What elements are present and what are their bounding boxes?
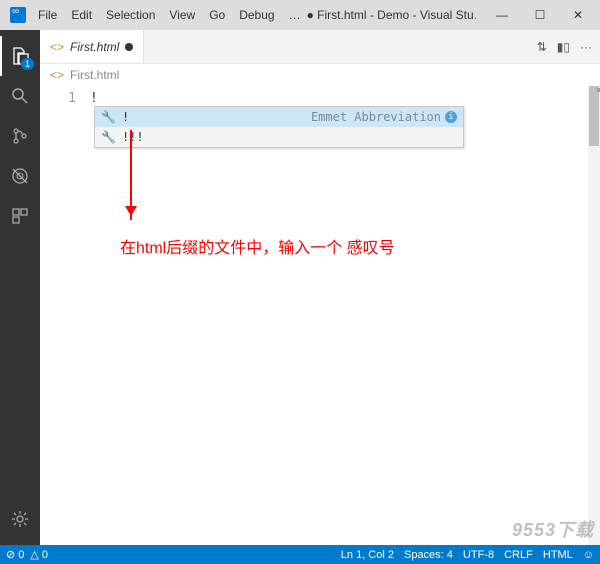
tab-bar: <> First.html ⇅ ▮▯ ··· <box>40 30 600 64</box>
line-number: 1 <box>40 90 76 108</box>
activity-bar: 1 <box>0 30 40 545</box>
minimize-button[interactable]: — <box>484 3 520 27</box>
code-content[interactable]: ! 🔧 ! Emmet Abbreviation i 🔧 !!! <box>90 86 600 545</box>
menu-overflow[interactable]: … <box>283 4 307 26</box>
split-editor-icon[interactable]: ▮▯ <box>557 40 570 54</box>
vertical-scrollbar[interactable] <box>588 86 600 545</box>
html-file-icon: <> <box>50 68 64 82</box>
status-ln-col[interactable]: Ln 1, Col 2 <box>341 549 394 561</box>
menu-debug[interactable]: Debug <box>233 4 280 26</box>
breadcrumb[interactable]: <> First.html <box>40 64 600 86</box>
line-number-gutter: 1 <box>40 86 90 545</box>
info-icon[interactable]: i <box>445 111 457 123</box>
code-text: ! <box>90 91 98 106</box>
status-left: ⊘ 0 △ 0 <box>6 548 48 561</box>
annotation-arrow-icon <box>130 130 132 220</box>
activity-search[interactable] <box>0 76 40 116</box>
activity-settings[interactable] <box>0 499 40 539</box>
menu-bar: File Edit Selection View Go Debug … <box>32 4 307 26</box>
suggest-widget: 🔧 ! Emmet Abbreviation i 🔧 !!! <box>94 106 464 148</box>
activity-scm[interactable] <box>0 116 40 156</box>
suggest-label: !!! <box>122 130 144 144</box>
tab-first-html[interactable]: <> First.html <box>40 30 144 63</box>
title-bar: File Edit Selection View Go Debug … ● Fi… <box>0 0 600 30</box>
status-bar: ⊘ 0 △ 0 Ln 1, Col 2 Spaces: 4 UTF-8 CRLF… <box>0 545 600 564</box>
activity-explorer[interactable]: 1 <box>0 36 40 76</box>
suggest-doc: Emmet Abbreviation i <box>311 110 457 124</box>
status-feedback-icon[interactable]: ☺ <box>583 549 594 561</box>
status-encoding[interactable]: UTF-8 <box>463 549 494 561</box>
vscode-icon <box>10 7 26 23</box>
compare-icon[interactable]: ⇅ <box>537 40 547 54</box>
dirty-indicator-icon <box>125 43 133 51</box>
status-errors[interactable]: ⊘ 0 <box>6 548 24 561</box>
activity-extensions[interactable] <box>0 196 40 236</box>
activity-debug[interactable] <box>0 156 40 196</box>
status-right: Ln 1, Col 2 Spaces: 4 UTF-8 CRLF HTML ☺ <box>341 549 594 561</box>
maximize-button[interactable]: ☐ <box>522 3 558 27</box>
status-eol[interactable]: CRLF <box>504 549 533 561</box>
main-container: 1 <> First.html ⇅ ▮▯ ··· <box>0 30 600 545</box>
status-warnings[interactable]: △ 0 <box>30 548 48 561</box>
menu-file[interactable]: File <box>32 4 63 26</box>
editor-area: <> First.html ⇅ ▮▯ ··· <> First.html 1 ! <box>40 30 600 545</box>
tab-label: First.html <box>70 40 119 54</box>
editor-body[interactable]: 1 ! 🔧 ! Emmet Abbreviation i 🔧 <box>40 86 600 545</box>
menu-selection[interactable]: Selection <box>100 4 161 26</box>
breadcrumb-label: First.html <box>70 68 119 82</box>
menu-edit[interactable]: Edit <box>65 4 98 26</box>
scroll-thumb[interactable] <box>589 86 599 146</box>
html-file-icon: <> <box>50 40 64 54</box>
tab-actions: ⇅ ▮▯ ··· <box>529 30 600 63</box>
wrench-icon: 🔧 <box>101 130 116 144</box>
close-button[interactable]: ✕ <box>560 3 596 27</box>
menu-view[interactable]: View <box>163 4 201 26</box>
menu-go[interactable]: Go <box>203 4 231 26</box>
more-actions-icon[interactable]: ··· <box>580 40 592 54</box>
explorer-badge: 1 <box>21 58 34 70</box>
window-controls: — ☐ ✕ <box>484 3 596 27</box>
suggest-label: ! <box>122 110 129 124</box>
annotation-text: 在html后缀的文件中，输入一个 感叹号 <box>120 234 395 258</box>
status-spaces[interactable]: Spaces: 4 <box>404 549 453 561</box>
suggest-item[interactable]: 🔧 !!! <box>95 127 463 147</box>
window-title: ● First.html - Demo - Visual Stu… <box>307 8 476 22</box>
status-language[interactable]: HTML <box>543 549 573 561</box>
suggest-item[interactable]: 🔧 ! Emmet Abbreviation i <box>95 107 463 127</box>
wrench-icon: 🔧 <box>101 110 116 124</box>
